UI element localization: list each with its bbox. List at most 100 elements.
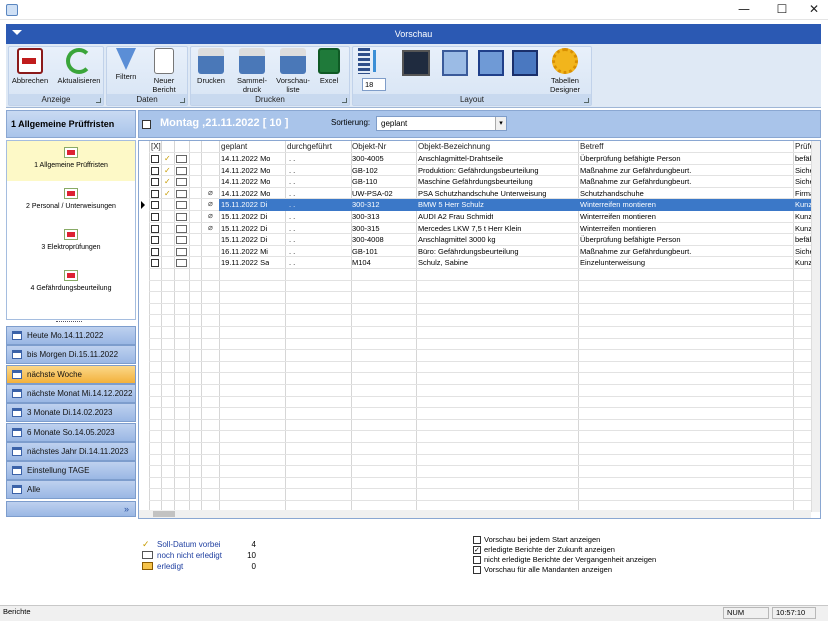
table-grid-dark-icon[interactable]	[512, 50, 538, 76]
horizontal-scrollbar[interactable]	[139, 510, 811, 518]
minimize-button[interactable]: —	[730, 0, 758, 20]
date-range-button[interactable]: nächste Monat Mi.14.12.2022	[6, 383, 136, 403]
calendar-icon	[12, 427, 22, 437]
category-label: 4 Gefährdungsbeurteilung	[30, 285, 112, 292]
ribbon-menu-icon[interactable]	[12, 30, 22, 35]
sammeldruck-button[interactable]: Sammel- druck	[234, 48, 270, 94]
row-checkbox[interactable]	[151, 189, 159, 198]
filtern-button[interactable]: Filtern	[110, 48, 142, 81]
date-range-button[interactable]: Heute Mo.14.11.2022	[6, 326, 136, 345]
attachment-icon: ⌀	[208, 211, 213, 220]
neuer-bericht-button[interactable]: Neuer Bericht	[146, 48, 182, 94]
row-checkbox[interactable]	[151, 224, 159, 233]
chevron-down-icon[interactable]: ▾	[495, 117, 506, 130]
date-range-button[interactable]: 3 Monate Di.14.02.2023	[6, 403, 136, 423]
zoom-spinner[interactable]: 18	[362, 78, 386, 91]
option-checkbox[interactable]	[473, 536, 481, 544]
category-item[interactable]: 4 Gefährdungsbeurteilung	[7, 264, 135, 304]
launcher-icon[interactable]	[96, 98, 101, 103]
table-row[interactable]: ✓ 14.11.2022 Mo . . GB-110 Maschine Gefährdu…	[139, 176, 820, 188]
table-row[interactable]: 19.11.2022 Sa . . M104 Schulz, Sabine Einzel…	[139, 257, 820, 269]
num-lock-indicator: NUM	[723, 607, 769, 619]
row-checkbox[interactable]	[151, 178, 159, 187]
scrollbar-thumb[interactable]	[153, 511, 175, 517]
abbrechen-button[interactable]: Abbrechen	[10, 48, 50, 85]
column-header[interactable]: Betreff	[580, 142, 603, 151]
legend-label: erledigt	[157, 562, 184, 571]
excel-button[interactable]: Excel	[314, 48, 344, 85]
cell-nr: UW-PSA-02	[352, 188, 393, 198]
date-range-label: bis Morgen Di.15.11.2022	[27, 350, 119, 360]
column-header[interactable]: Objekt-Nr	[352, 142, 386, 151]
grid-line	[149, 326, 814, 327]
table-row[interactable]: ✓ ⌀ 14.11.2022 Mo . . UW-PSA-02 PSA Schutzhan…	[139, 188, 820, 200]
vorschauliste-button[interactable]: Vorschau- liste	[274, 48, 312, 94]
category-item[interactable]: 1 Allgemeine Prüffristen	[7, 141, 135, 181]
table-lines-icon[interactable]	[402, 50, 430, 76]
option-checkbox[interactable]	[473, 556, 481, 564]
date-range-button[interactable]: 6 Monate So.14.05.2023	[6, 422, 136, 442]
launcher-icon[interactable]	[342, 98, 347, 103]
table-row[interactable]: 16.11.2022 Mi . . GB-101 Büro: Gefährdungsb…	[139, 246, 820, 258]
date-range-button[interactable]: nächstes Jahr Di.14.11.2023	[6, 441, 136, 461]
calendar-icon	[12, 331, 22, 340]
row-checkbox[interactable]	[151, 259, 159, 268]
column-header[interactable]: durchgeführt	[287, 142, 332, 151]
table-grid-medium-icon[interactable]	[478, 50, 504, 76]
table-grid-light-icon[interactable]	[442, 50, 468, 76]
tabellen-designer-button[interactable]: Tabellen Designer	[548, 48, 582, 94]
row-checkbox[interactable]	[151, 166, 159, 175]
launcher-icon[interactable]	[180, 98, 185, 103]
envelope-open-icon	[176, 224, 187, 233]
date-range-button[interactable]: bis Morgen Di.15.11.2022	[6, 345, 136, 365]
aktualisieren-button[interactable]: Aktualisieren	[56, 48, 102, 85]
grid-line	[149, 360, 814, 362]
option-checkbox[interactable]	[473, 566, 481, 574]
column-header[interactable]: [X]	[151, 142, 161, 151]
printer-icon	[198, 48, 224, 74]
cell-bez: Produktion: Gefährdungsbeurteilung	[418, 165, 539, 175]
column-header[interactable]: Objekt-Bezeichnung	[418, 142, 490, 151]
font-size-icon[interactable]	[358, 48, 386, 76]
drucken-label: Drucken	[197, 76, 225, 85]
table-row[interactable]: ⌀ 15.11.2022 Di . . 300-313 AUDI A2 Frau Sch…	[139, 211, 820, 223]
table-row[interactable]: ⌀ 15.11.2022 Di . . 300-315 Mercedes LKW 7,5…	[139, 222, 820, 235]
row-checkbox[interactable]	[151, 236, 159, 245]
category-item[interactable]: 3 Elektroprüfungen	[7, 223, 135, 263]
cell-geplant: 14.11.2022 Mo	[221, 177, 271, 187]
maximize-button[interactable]: ☐	[768, 0, 796, 20]
expand-panel-button[interactable]: »	[6, 501, 136, 517]
launcher-icon[interactable]	[584, 98, 589, 103]
date-range-button[interactable]: Einstellung TAGE	[6, 461, 136, 481]
cell-bez: BMW 5 Herr Schulz	[418, 200, 484, 210]
option-checkbox[interactable]: ✓	[473, 546, 481, 554]
row-checkbox[interactable]	[151, 247, 159, 256]
cell-durch: . .	[289, 154, 296, 163]
close-button[interactable]: ✕	[800, 0, 828, 20]
category-item[interactable]: 2 Personal / Unterweisungen	[7, 182, 135, 222]
cell-bez: PSA Schutzhandschuhe Unterweisung	[418, 188, 547, 198]
panel-splitter[interactable]	[56, 321, 82, 323]
vertical-scrollbar[interactable]	[811, 141, 820, 512]
envelope-open-icon	[176, 236, 187, 245]
table-row[interactable]: ✓ 14.11.2022 Mo . . 300-4005 Anschlagmittel-…	[139, 153, 820, 165]
date-range-button[interactable]: nächste Woche Mo.21.11.2022	[6, 364, 136, 396]
date-range-button[interactable]: Alle	[6, 480, 136, 500]
cell-pruefer: Kunz	[795, 223, 813, 233]
sort-dropdown[interactable]: geplant	[376, 116, 507, 131]
aktualisieren-label: Aktualisieren	[57, 76, 101, 85]
row-checkbox[interactable]	[151, 213, 159, 221]
drucken-button[interactable]: Drucken	[194, 48, 228, 85]
table-row[interactable]: 15.11.2022 Di . . 300-4008 Anschlagmittel 3…	[139, 234, 820, 246]
table-row[interactable]: ✓ 14.11.2022 Mo . . GB-102 Produktion: Gefäh…	[139, 165, 820, 177]
group-drucken-label: Drucken	[191, 94, 349, 105]
select-all-checkbox[interactable]	[142, 120, 151, 129]
row-checkbox[interactable]	[151, 201, 159, 210]
envelope-open-icon	[176, 259, 187, 268]
row-checkbox[interactable]	[151, 155, 159, 163]
tabellen-designer-label-1: Tabellen	[551, 76, 579, 85]
table-row[interactable]: ⌀ 15.11.2022 Di . . 300-312 BMW 5 Herr Schul…	[139, 199, 820, 212]
option-label: Vorschau für alle Mandanten anzeigen	[484, 565, 613, 574]
column-header[interactable]: geplant	[221, 142, 247, 151]
attachment-icon: ⌀	[208, 222, 213, 232]
